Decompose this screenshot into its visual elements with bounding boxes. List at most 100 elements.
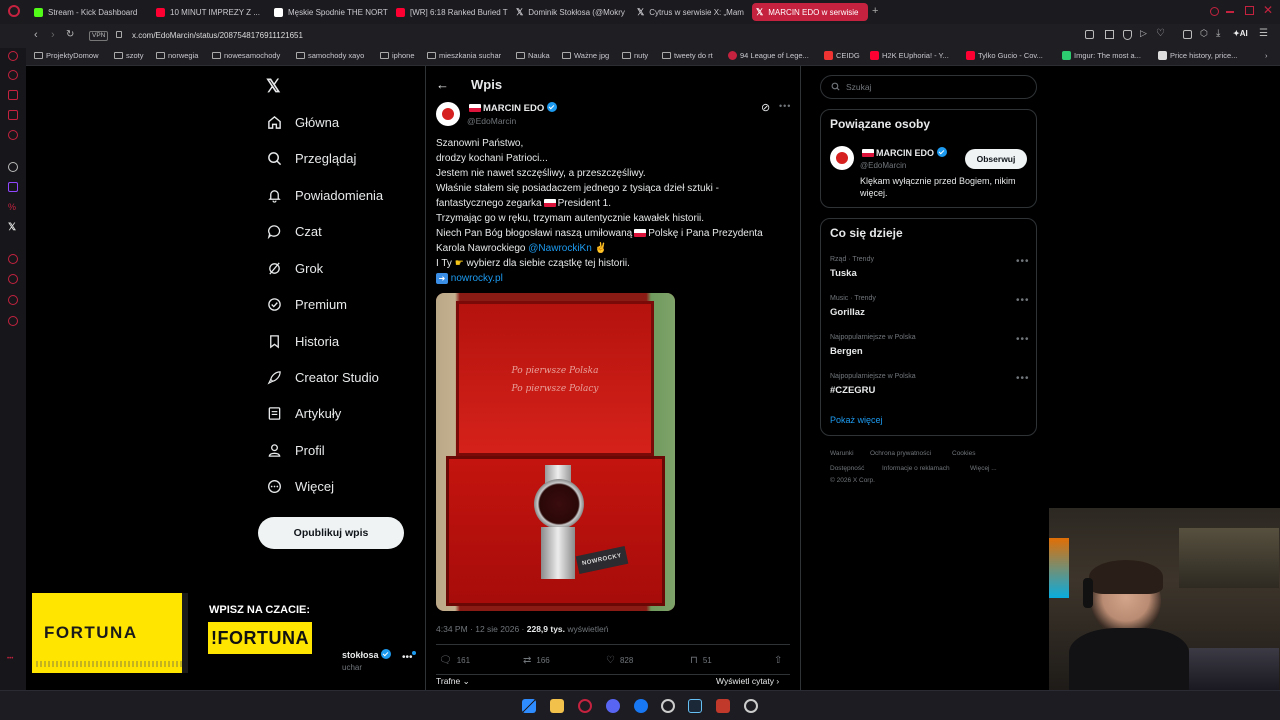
reload-icon[interactable]: ↻ — [66, 29, 74, 40]
sidebar-app-icon[interactable] — [8, 70, 18, 80]
tab-shop[interactable]: Męskie Spodnie THE NORT — [270, 3, 388, 21]
settings-icon[interactable] — [744, 699, 758, 713]
bookmark-item[interactable]: Imgur: The most a... — [1062, 51, 1141, 60]
steam-icon[interactable] — [688, 699, 702, 713]
view-quotes-link[interactable]: Wyświetl cytaty › — [716, 676, 779, 686]
cube-icon[interactable]: ⬡ — [1200, 28, 1208, 39]
bookmark-item[interactable]: norwegia — [156, 51, 198, 60]
heart-icon[interactable]: ♡ — [1156, 28, 1165, 39]
mention-link[interactable]: @NawrockiKn — [528, 243, 592, 254]
nav-bookmarks[interactable]: Historia — [266, 330, 339, 352]
back-arrow-icon[interactable]: ← — [436, 77, 449, 92]
nav-explore[interactable]: Przeglądaj — [266, 147, 356, 169]
footer-link[interactable]: Informacje o reklamach — [882, 465, 950, 472]
back-icon[interactable]: ‹ — [34, 29, 38, 41]
tab-x-2[interactable]: 𝕏 Cytrus w serwisie X: „Mam — [633, 3, 747, 21]
trend-more-icon[interactable]: ••• — [1016, 256, 1030, 267]
follow-button[interactable]: Obserwuj — [965, 149, 1027, 169]
trend-item[interactable]: Bergen — [830, 346, 863, 357]
bookmark-item[interactable]: CEIDG — [824, 51, 860, 60]
post-button[interactable]: Opublikuj wpis — [258, 517, 404, 549]
sidebar-app-icon[interactable] — [8, 110, 18, 120]
bookmark-item[interactable]: ProjektyDomow — [34, 51, 99, 60]
footer-link[interactable]: Dostępność — [830, 465, 864, 472]
tab-youtube-1[interactable]: 10 MINUT IMPREZY Z ... — [152, 3, 264, 21]
sidebar-app-icon[interactable] — [8, 51, 18, 61]
bookmark-item[interactable]: Tylko Gucio - Cov... — [966, 51, 1043, 60]
shield-app-icon[interactable] — [716, 699, 730, 713]
x-app-icon[interactable]: 𝕏 — [8, 222, 16, 233]
account-name[interactable]: stokłosa — [342, 649, 392, 660]
tab-youtube-2[interactable]: [WR] 6:18 Ranked Buried T — [392, 3, 508, 21]
footer-link[interactable]: Ochrona prywatności — [870, 450, 931, 457]
opera-logo-icon[interactable] — [8, 5, 20, 17]
trend-more-icon[interactable]: ••• — [1016, 295, 1030, 306]
post-image[interactable]: Po pierwsze Polska Po pierwsze Polacy NO… — [436, 293, 675, 611]
tab-x-active[interactable]: 𝕏 MARCIN EDO w serwisie — [752, 3, 868, 21]
bookmark-item[interactable]: samochody xayo — [296, 51, 364, 60]
like-button[interactable]: ♡ 828 — [606, 655, 633, 666]
bookmark-item[interactable]: H2K EUphoria! - Y... — [870, 51, 949, 60]
sidebar-app-icon[interactable] — [8, 90, 18, 100]
sort-dropdown[interactable]: Trafne ⌄ — [436, 676, 470, 687]
bookmark-item[interactable]: Nauka — [516, 51, 550, 60]
discord-icon[interactable] — [606, 699, 620, 713]
bookmark-item[interactable]: Ważne jpg — [562, 51, 609, 60]
bookmark-item[interactable]: tweety do rt — [662, 51, 713, 60]
history-icon[interactable] — [8, 254, 18, 264]
nav-grok[interactable]: Grok — [266, 257, 323, 279]
messenger-icon[interactable] — [634, 699, 648, 713]
tab-kick[interactable]: Stream - Kick Dashboard — [30, 3, 148, 21]
search-input[interactable]: Szukaj — [820, 75, 1037, 99]
download-icon[interactable]: ⤓ — [1216, 28, 1220, 39]
shield-icon[interactable] — [1123, 30, 1132, 40]
bookmark-item[interactable]: nowesamochody — [212, 51, 280, 60]
file-explorer-icon[interactable] — [550, 699, 564, 713]
bookmark-item[interactable]: mieszkania suchar — [427, 51, 501, 60]
author-name[interactable]: MARCIN EDO — [467, 102, 557, 114]
menu-icon[interactable]: ☰ — [1259, 28, 1268, 39]
nav-creator-studio[interactable]: Creator Studio — [266, 366, 379, 388]
search-tabs-icon[interactable] — [1210, 7, 1219, 16]
share-button[interactable]: ⇧ — [774, 655, 782, 666]
website-link[interactable]: nowrocky.pl — [451, 273, 503, 284]
close-window-icon[interactable]: ✕ — [1263, 3, 1273, 17]
chatgpt-icon[interactable] — [8, 162, 18, 172]
grok-explain-icon[interactable]: ⊘ — [761, 101, 770, 114]
bookmarks-more-icon[interactable]: › — [1265, 51, 1268, 60]
bookmark-item[interactable]: szoty — [114, 51, 144, 60]
author-avatar[interactable] — [436, 102, 460, 126]
bookmark-item[interactable]: 94 League of Lege... — [728, 51, 809, 60]
trend-item[interactable]: Tuska — [830, 268, 857, 279]
ai-button[interactable]: ✦AI — [1233, 29, 1248, 38]
bookmark-item[interactable]: iphone — [380, 51, 415, 60]
minimize-icon[interactable] — [1226, 11, 1234, 13]
bookmark-item[interactable]: Price history, price... — [1158, 51, 1237, 60]
maximize-icon[interactable] — [1245, 6, 1254, 15]
bookmark-button[interactable]: ⊓ 51 — [690, 655, 712, 666]
opera-icon[interactable] — [578, 699, 592, 713]
nav-premium[interactable]: Premium — [266, 293, 347, 315]
bookmark-item[interactable]: nuty — [622, 51, 648, 60]
forward-icon[interactable]: › — [51, 29, 55, 41]
reply-button[interactable]: 🗨︎ 161 — [439, 655, 470, 666]
post-more-icon[interactable]: ••• — [779, 101, 791, 111]
author-handle[interactable]: @EdoMarcin — [467, 116, 516, 126]
snapshot-icon[interactable] — [1105, 30, 1114, 39]
related-avatar[interactable] — [830, 146, 854, 170]
clock-icon[interactable] — [8, 274, 18, 284]
vpn-badge[interactable]: VPN — [89, 31, 109, 41]
new-tab-button[interactable]: + — [872, 5, 878, 17]
trend-item[interactable]: Gorillaz — [830, 307, 865, 318]
show-more-link[interactable]: Pokaż więcej — [830, 415, 883, 425]
tab-x-1[interactable]: 𝕏 Dominik Stokłosa (@Mokry — [512, 3, 630, 21]
windows-start-icon[interactable] — [522, 699, 536, 713]
address-bar[interactable]: x.com/EdoMarcin/status/20875481769111216… — [132, 31, 303, 40]
nav-chat[interactable]: Czat — [266, 220, 322, 242]
camera-icon[interactable] — [1085, 30, 1094, 39]
nav-home[interactable]: Główna — [266, 111, 339, 133]
nav-notifications[interactable]: Powiadomienia — [266, 184, 383, 206]
extensions-icon[interactable] — [1183, 30, 1192, 39]
twitch-icon[interactable] — [8, 182, 18, 192]
trend-more-icon[interactable]: ••• — [1016, 373, 1030, 384]
